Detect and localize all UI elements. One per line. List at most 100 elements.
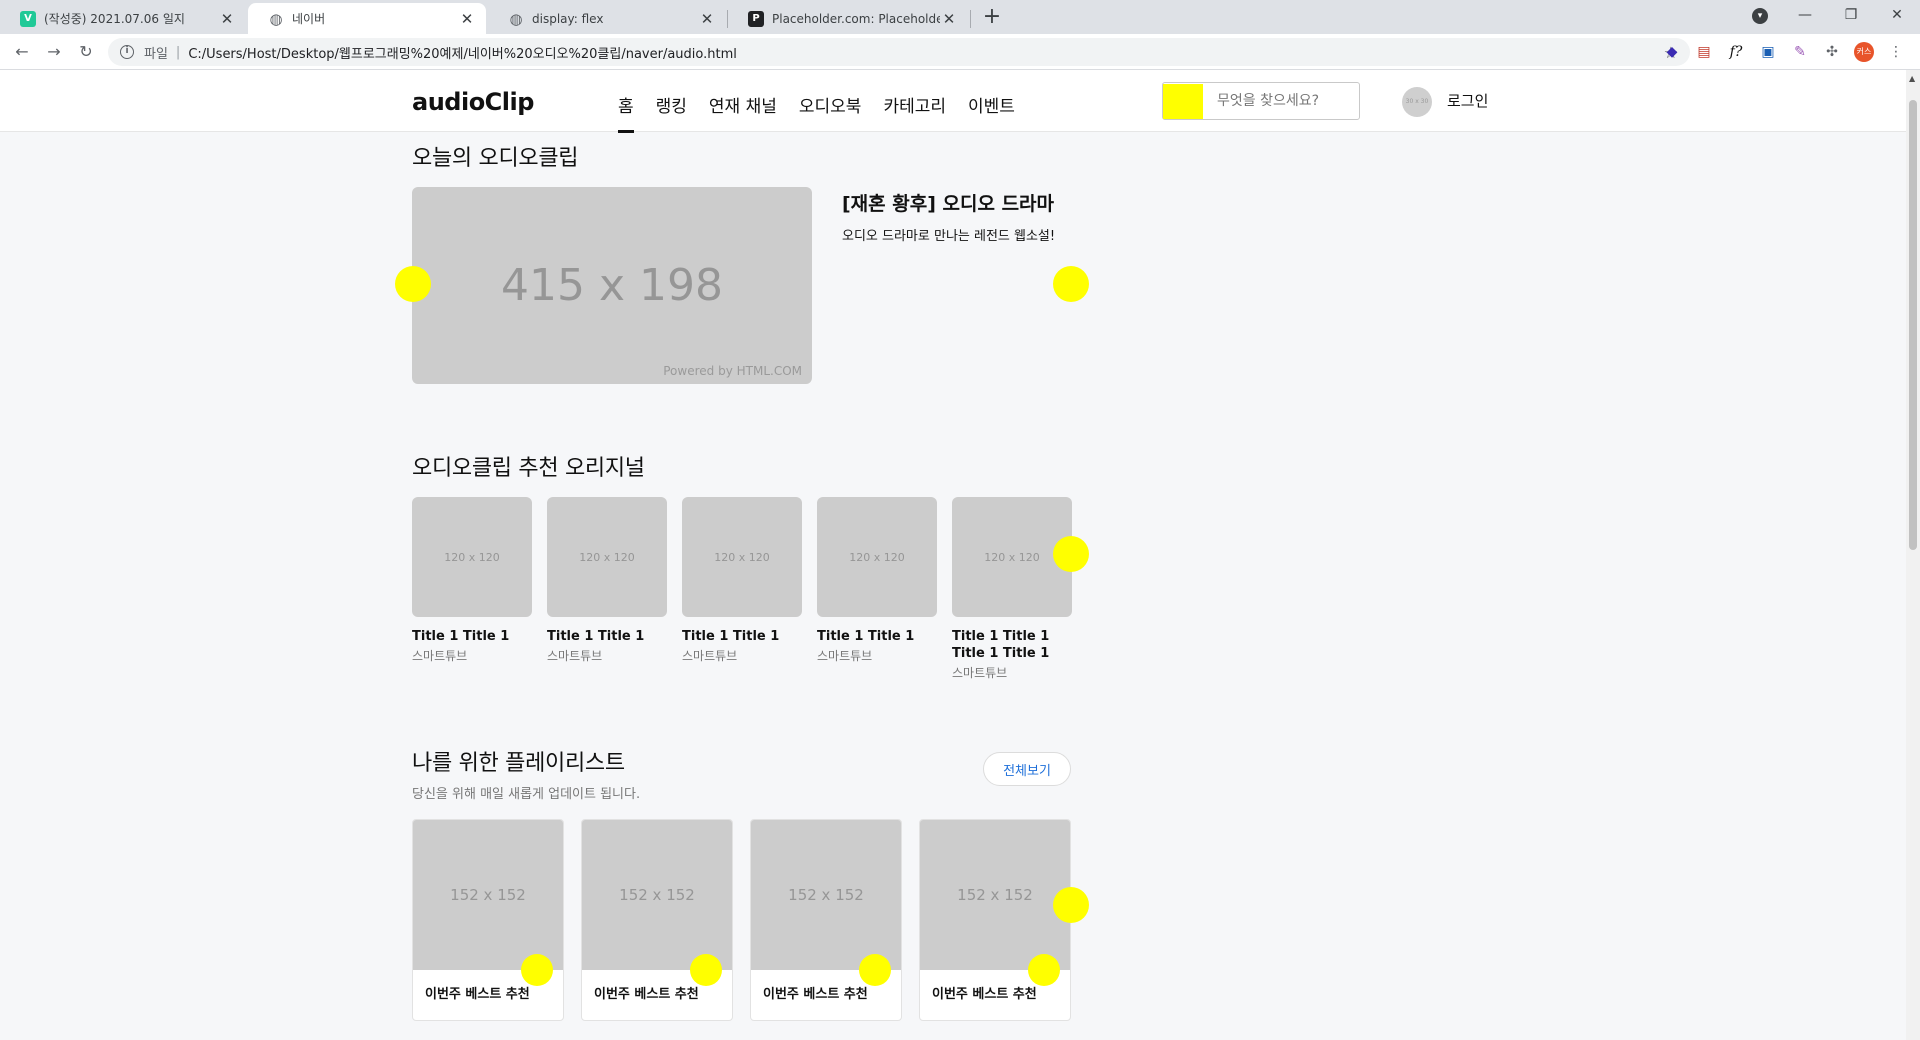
card-title: Title 1 Title 1 xyxy=(817,629,915,644)
play-button[interactable] xyxy=(859,954,891,986)
card-title: 이번주 베스트 추천 xyxy=(594,987,699,1002)
card-title: Title 1 Title 1 xyxy=(547,629,645,644)
card-thumbnail: 120 x 120 xyxy=(412,497,532,617)
today-item-title[interactable]: [재혼 황후] 오디오 드라마 xyxy=(842,189,1054,216)
new-tab-button[interactable]: + xyxy=(978,4,1006,32)
login-link[interactable]: 로그인 xyxy=(1447,90,1488,111)
card-thumbnail: 120 x 120 xyxy=(682,497,802,617)
tab-title: Placeholder.com: Placeholder.co xyxy=(772,11,940,26)
tab-title: display: flex xyxy=(532,11,604,26)
extension-book-icon[interactable]: ▣ xyxy=(1758,42,1778,62)
scroll-up-icon[interactable]: ▲ xyxy=(1909,74,1915,83)
address-url: C:/Users/Host/Desktop/웹프로그래밍%20예제/네이버%20… xyxy=(188,46,737,62)
extension-formula-icon[interactable]: f? xyxy=(1726,42,1746,62)
playlist-card[interactable]: 152 x 152 이번주 베스트 추천 xyxy=(750,819,902,1021)
tab-display-flex[interactable]: ◍ display: flex ✕ xyxy=(488,3,726,34)
info-icon[interactable]: i xyxy=(120,45,134,59)
card-title: Title 1 Title 1 xyxy=(682,629,780,644)
page-viewport: audioClip 홈 랭킹 연재 채널 오디오북 카테고리 이벤트 30 x … xyxy=(0,70,1906,1040)
tab-placeholder[interactable]: P Placeholder.com: Placeholder.co ✕ xyxy=(728,3,968,34)
card-thumbnail: 152 x 152 xyxy=(751,820,901,970)
originals-section-title: 오디오클립 추천 오리지널 xyxy=(412,456,645,481)
close-icon[interactable]: ✕ xyxy=(218,10,236,28)
tab-naver[interactable]: ◍ 네이버 ✕ xyxy=(248,3,486,34)
card-subtitle: 스마트튜브 xyxy=(412,649,468,663)
p-icon: P xyxy=(748,10,764,27)
playlist-card[interactable]: 152 x 152 이번주 베스트 추천 xyxy=(412,819,564,1021)
search-input[interactable] xyxy=(1203,93,1353,109)
browser-toolbar: ← → ↻ i 파일 | C:/Users/Host/Desktop/웹프로그래… xyxy=(0,34,1920,70)
tab-title: 네이버 xyxy=(292,12,326,26)
nav-audiobook[interactable]: 오디오북 xyxy=(799,92,862,132)
card-subtitle: 스마트튜브 xyxy=(952,666,1008,680)
search-icon[interactable] xyxy=(1163,83,1203,119)
original-card[interactable]: 120 x 120 Title 1 Title 1 스마트튜브 xyxy=(817,497,937,664)
today-section-title: 오늘의 오디오클립 xyxy=(412,146,579,171)
original-card[interactable]: 120 x 120 Title 1 Title 1 스마트튜브 xyxy=(682,497,802,664)
playlist-subtitle: 당신을 위해 매일 새롭게 업데이트 됩니다. xyxy=(412,787,641,802)
nav-series[interactable]: 연재 채널 xyxy=(709,92,777,132)
extensions-puzzle-icon[interactable]: ✣ xyxy=(1822,42,1842,62)
restore-icon[interactable]: ❐ xyxy=(1828,0,1874,30)
tab-separator xyxy=(970,10,971,28)
card-subtitle: 스마트튜브 xyxy=(682,649,738,663)
tab-journal[interactable]: V (작성중) 2021.07.06 일지 ✕ xyxy=(0,3,246,34)
back-icon[interactable]: ← xyxy=(10,40,34,64)
card-title: Title 1 Title 1 xyxy=(412,629,510,644)
playlist-card[interactable]: 152 x 152 이번주 베스트 추천 xyxy=(919,819,1071,1021)
today-hero-image[interactable]: 415 x 198 Powered by HTML.COM xyxy=(412,187,812,384)
card-thumbnail: 152 x 152 xyxy=(413,820,563,970)
card-title: 이번주 베스트 추천 xyxy=(425,987,530,1002)
close-icon[interactable]: ✕ xyxy=(458,10,476,28)
browser-tabstrip: V (작성중) 2021.07.06 일지 ✕ ◍ 네이버 ✕ ◍ displa… xyxy=(0,0,1920,34)
originals-next-button[interactable] xyxy=(1053,536,1089,572)
address-scheme: 파일 xyxy=(144,46,168,62)
card-subtitle: 스마트튜브 xyxy=(547,649,603,663)
nav-category[interactable]: 카테고리 xyxy=(883,92,946,132)
play-button[interactable] xyxy=(521,954,553,986)
image-size-label: 415 x 198 xyxy=(501,260,723,311)
avatar: 30 x 30 xyxy=(1402,87,1432,117)
globe-icon: ◍ xyxy=(269,9,283,28)
card-thumbnail: 152 x 152 xyxy=(920,820,1070,970)
minimize-icon[interactable]: — xyxy=(1782,0,1828,30)
card-title: Title 1 Title 1 Title 1 Title 1 xyxy=(952,629,1050,661)
playlist-section-title: 나를 위한 플레이리스트 xyxy=(412,751,625,776)
page-scrollbar[interactable]: ▲ xyxy=(1906,70,1920,1040)
carousel-next-button[interactable] xyxy=(1053,266,1089,302)
site-header: audioClip 홈 랭킹 연재 채널 오디오북 카테고리 이벤트 30 x … xyxy=(0,70,1906,133)
playlist-card[interactable]: 152 x 152 이번주 베스트 추천 xyxy=(581,819,733,1021)
play-button[interactable] xyxy=(1028,954,1060,986)
view-all-button[interactable]: 전체보기 xyxy=(983,752,1071,786)
reload-icon[interactable]: ↻ xyxy=(74,40,98,64)
forward-icon[interactable]: → xyxy=(42,40,66,64)
profile-avatar[interactable]: 커스 xyxy=(1854,42,1874,62)
tab-search-icon[interactable]: ▾ xyxy=(1752,8,1768,24)
site-logo[interactable]: audioClip xyxy=(412,88,534,116)
card-thumbnail: 120 x 120 xyxy=(817,497,937,617)
card-subtitle: 스마트튜브 xyxy=(817,649,873,663)
address-bar[interactable]: i 파일 | C:/Users/Host/Desktop/웹프로그래밍%20예제… xyxy=(108,38,1690,66)
original-card[interactable]: 120 x 120 Title 1 Title 1 Title 1 Title … xyxy=(952,497,1072,681)
extension-calendar-icon[interactable]: ▤ xyxy=(1694,42,1714,62)
nav-home[interactable]: 홈 xyxy=(618,92,634,133)
card-thumbnail: 152 x 152 xyxy=(582,820,732,970)
original-card[interactable]: 120 x 120 Title 1 Title 1 스마트튜브 xyxy=(412,497,532,664)
nav-event[interactable]: 이벤트 xyxy=(968,92,1015,132)
carousel-prev-button[interactable] xyxy=(395,266,431,302)
card-title: 이번주 베스트 추천 xyxy=(763,987,868,1002)
extension-gem-icon[interactable]: ◆ xyxy=(1662,42,1682,62)
nav-ranking[interactable]: 랭킹 xyxy=(656,92,687,132)
search-box xyxy=(1162,82,1360,120)
close-icon[interactable]: ✕ xyxy=(940,10,958,28)
extension-dropper-icon[interactable]: ✎ xyxy=(1790,42,1810,62)
scrollbar-thumb[interactable] xyxy=(1909,100,1917,550)
v-icon: V xyxy=(20,10,36,27)
close-icon[interactable]: ✕ xyxy=(698,10,716,28)
playlist-next-button[interactable] xyxy=(1053,887,1089,923)
close-window-icon[interactable]: ✕ xyxy=(1874,0,1920,30)
menu-kebab-icon[interactable]: ⋮ xyxy=(1886,42,1906,62)
original-card[interactable]: 120 x 120 Title 1 Title 1 스마트튜브 xyxy=(547,497,667,664)
today-item-desc: 오디오 드라마로 만나는 레전드 웹소설! xyxy=(842,229,1056,244)
play-button[interactable] xyxy=(690,954,722,986)
